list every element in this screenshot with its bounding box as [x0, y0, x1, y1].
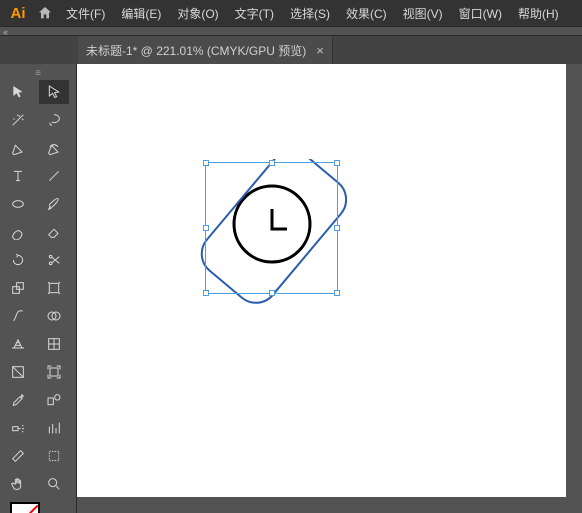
shaper-tool[interactable]	[3, 220, 33, 244]
canvas[interactable]	[76, 64, 582, 513]
home-button[interactable]	[32, 0, 58, 26]
direct-selection-tool[interactable]	[39, 80, 69, 104]
toolbox-grip-icon[interactable]: ≡	[0, 68, 76, 78]
menu-window[interactable]: 窗口(W)	[451, 5, 510, 22]
menu-type[interactable]: 文字(T)	[227, 5, 282, 22]
scale-tool[interactable]	[3, 276, 33, 300]
type-tool[interactable]	[3, 164, 33, 188]
handle-nw[interactable]	[203, 160, 209, 166]
home-icon	[37, 5, 53, 21]
paintbrush-tool[interactable]	[39, 192, 69, 216]
column-graph-tool[interactable]	[39, 416, 69, 440]
bounding-box[interactable]	[205, 162, 338, 294]
handle-e[interactable]	[334, 225, 340, 231]
menu-effect[interactable]: 效果(C)	[338, 5, 395, 22]
eyedropper-tool[interactable]	[3, 388, 33, 412]
collapse-chevron-icon[interactable]: «	[3, 27, 8, 37]
perspective-grid-tool[interactable]	[3, 332, 33, 356]
fill-stroke-indicator[interactable]	[10, 502, 60, 513]
print-tiling-tool[interactable]	[39, 444, 69, 468]
menubar: Ai 文件(F) 编辑(E) 对象(O) 文字(T) 选择(S) 效果(C) 视…	[0, 0, 582, 26]
selection-tool[interactable]	[3, 80, 33, 104]
free-transform-tool[interactable]	[39, 276, 69, 300]
document-tab-title: 未标题-1* @ 221.01% (CMYK/GPU 预览)	[86, 42, 306, 59]
handle-w[interactable]	[203, 225, 209, 231]
scissors-tool[interactable]	[39, 248, 69, 272]
width-tool[interactable]	[3, 304, 33, 328]
slice-tool[interactable]	[3, 444, 33, 468]
handle-s[interactable]	[269, 290, 275, 296]
handle-n[interactable]	[269, 160, 275, 166]
line-tool[interactable]	[39, 164, 69, 188]
gradient-tool[interactable]	[3, 360, 33, 384]
toolbox: ≡	[0, 64, 76, 513]
app-logo: Ai	[4, 5, 32, 22]
symbol-sprayer-tool[interactable]	[3, 416, 33, 440]
handle-ne[interactable]	[334, 160, 340, 166]
tab-close-button[interactable]: ×	[316, 43, 324, 58]
pen-tool[interactable]	[3, 136, 33, 160]
shape-builder-tool[interactable]	[39, 304, 69, 328]
menu-object[interactable]: 对象(O)	[169, 5, 226, 22]
handle-se[interactable]	[334, 290, 340, 296]
curvature-tool[interactable]	[39, 136, 69, 160]
horizontal-scrollbar[interactable]	[77, 497, 566, 513]
document-tab[interactable]: 未标题-1* @ 221.01% (CMYK/GPU 预览) ×	[78, 36, 333, 64]
mesh-tool[interactable]	[39, 332, 69, 356]
menu-help[interactable]: 帮助(H)	[510, 5, 567, 22]
eraser-tool[interactable]	[39, 220, 69, 244]
document-tabbar: 未标题-1* @ 221.01% (CMYK/GPU 预览) ×	[0, 36, 582, 64]
zoom-tool[interactable]	[39, 472, 69, 496]
hand-tool[interactable]	[3, 472, 33, 496]
menu-edit[interactable]: 编辑(E)	[113, 5, 169, 22]
color-swatches	[0, 498, 76, 513]
workspace: ≡	[0, 64, 582, 513]
blend-tool[interactable]	[39, 388, 69, 412]
lasso-tool[interactable]	[39, 108, 69, 132]
fill-swatch[interactable]	[10, 502, 40, 513]
control-strip: «	[0, 26, 582, 36]
menu-file[interactable]: 文件(F)	[58, 5, 113, 22]
vertical-scrollbar[interactable]	[566, 64, 582, 497]
magic-wand-tool[interactable]	[3, 108, 33, 132]
scrollbar-corner	[566, 497, 582, 513]
menu-select[interactable]: 选择(S)	[282, 5, 338, 22]
menu-view[interactable]: 视图(V)	[395, 5, 451, 22]
handle-sw[interactable]	[203, 290, 209, 296]
artboard-tool[interactable]	[39, 360, 69, 384]
rotate-tool[interactable]	[3, 248, 33, 272]
none-slash-icon	[11, 504, 38, 513]
ellipse-tool[interactable]	[3, 192, 33, 216]
